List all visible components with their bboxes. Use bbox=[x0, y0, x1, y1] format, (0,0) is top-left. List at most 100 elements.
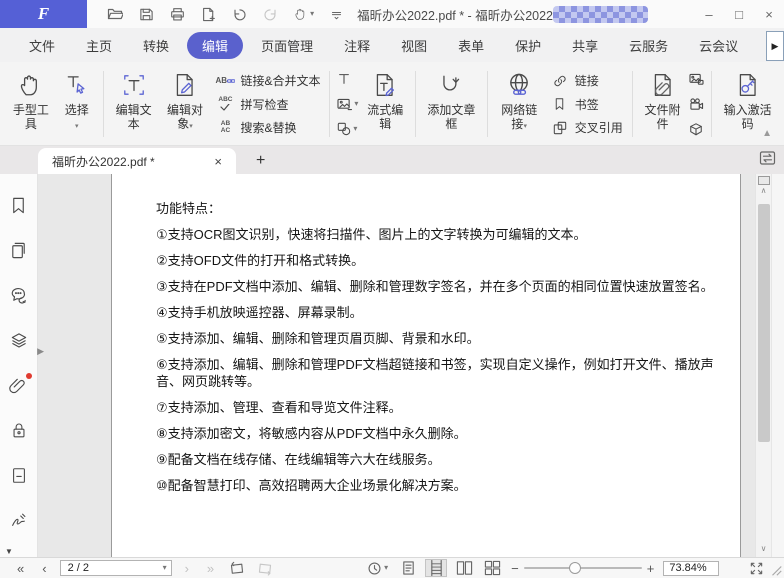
bookmark-button[interactable]: 书签 bbox=[550, 96, 623, 113]
cross-reference-button[interactable]: 交叉引用 bbox=[550, 119, 623, 136]
single-page-view-button[interactable] bbox=[397, 559, 419, 577]
document-viewport[interactable]: 功能特点：①支持OCR图文识别，快速将扫描件、图片上的文字转换为可编辑的文本。②… bbox=[38, 174, 755, 557]
close-button[interactable]: × bbox=[754, 0, 784, 28]
select-tool-button[interactable]: 选择▾ bbox=[56, 65, 98, 143]
save-button[interactable] bbox=[139, 7, 154, 22]
right-edge-strip bbox=[771, 174, 784, 557]
security-panel-button[interactable] bbox=[10, 421, 28, 441]
add-shapes-button[interactable]: ▾ bbox=[337, 121, 358, 137]
doc-paragraph-7: ⑦支持添加、管理、查看和导览文件注释。 bbox=[156, 399, 730, 416]
facing-continuous-view-button[interactable] bbox=[481, 559, 503, 577]
bookmarks-panel-button[interactable] bbox=[9, 196, 28, 216]
vertical-scrollbar[interactable]: ∧ ∨ bbox=[755, 174, 771, 557]
document-tab[interactable]: 福昕办公2022.pdf * × bbox=[38, 148, 236, 174]
pages-panel-button[interactable] bbox=[9, 241, 28, 261]
ribbon-toolbar: 手型工具 选择▾ 编辑文本 编辑对象▾ AB 链接&合并文本 ABC 拼写检查 … bbox=[0, 62, 784, 146]
previous-view-button[interactable] bbox=[229, 561, 245, 576]
page-number-value: 2 / 2 bbox=[68, 562, 163, 574]
facing-view-button[interactable] bbox=[453, 559, 475, 577]
zoom-slider-handle[interactable] bbox=[569, 562, 581, 574]
zoom-level-input[interactable]: 73.84% bbox=[663, 561, 719, 576]
redo-button[interactable] bbox=[263, 7, 278, 22]
scroll-up-arrow-icon[interactable]: ∧ bbox=[761, 185, 767, 197]
fields-panel-button[interactable] bbox=[10, 466, 28, 486]
expand-panel-handle[interactable]: ▶ bbox=[37, 346, 44, 357]
spell-check-button[interactable]: ABC 拼写检查 bbox=[215, 96, 320, 113]
window-title: 福昕办公2022.pdf * - 福昕办公2022 bbox=[357, 5, 553, 24]
fullscreen-button[interactable] bbox=[749, 561, 764, 576]
bookmark-flag-icon bbox=[550, 96, 570, 112]
swap-view-button[interactable] bbox=[759, 150, 776, 166]
menu-item-7[interactable]: 表单 bbox=[445, 32, 497, 59]
add-text-button[interactable] bbox=[337, 71, 358, 87]
doc-paragraph-2: ②支持OFD文件的打开和格式转换。 bbox=[156, 252, 730, 269]
scrollbar-top-box[interactable] bbox=[758, 176, 770, 185]
doc-paragraph-8: ⑧支持添加密文，将敏感内容从PDF文档中永久删除。 bbox=[156, 425, 730, 442]
menu-item-3[interactable]: 编辑 bbox=[187, 32, 243, 59]
tab-close-button[interactable]: × bbox=[210, 154, 226, 169]
maximize-button[interactable]: □ bbox=[724, 0, 754, 28]
last-page-button[interactable]: » bbox=[198, 562, 223, 575]
new-tab-button[interactable]: + bbox=[250, 152, 271, 174]
resize-grip[interactable] bbox=[769, 563, 783, 577]
view-rotate-button[interactable]: ▾ bbox=[367, 561, 388, 576]
insert-video-button[interactable] bbox=[689, 96, 704, 112]
edit-text-button[interactable]: 编辑文本 bbox=[109, 65, 159, 143]
menu-item-11[interactable]: 云会议 bbox=[686, 32, 751, 59]
search-replace-button[interactable]: ABAC 搜索&替换 bbox=[215, 119, 320, 136]
menu-item-2[interactable]: 转换 bbox=[130, 32, 182, 59]
next-view-button[interactable] bbox=[257, 561, 273, 576]
next-page-button[interactable]: › bbox=[176, 562, 198, 575]
first-page-button[interactable]: « bbox=[8, 562, 33, 575]
redo-icon bbox=[263, 7, 278, 22]
scrollbar-thumb[interactable] bbox=[758, 204, 770, 442]
minimize-button[interactable]: – bbox=[694, 0, 724, 28]
account-badge[interactable] bbox=[553, 6, 648, 23]
file-attachment-button[interactable]: 文件附件 bbox=[638, 65, 688, 143]
zoom-in-button[interactable]: + bbox=[642, 561, 660, 576]
menu-item-6[interactable]: 视图 bbox=[388, 32, 440, 59]
menu-item-5[interactable]: 注释 bbox=[331, 32, 383, 59]
menu-item-0[interactable]: 文件 bbox=[16, 32, 68, 59]
signature-panel-button[interactable] bbox=[9, 511, 28, 531]
web-link-button[interactable]: 网络链接▾ bbox=[493, 65, 546, 143]
hand-tool-button[interactable]: 手型工具 bbox=[6, 65, 56, 143]
previous-page-button[interactable]: ‹ bbox=[33, 562, 55, 575]
attachments-panel-button[interactable] bbox=[9, 376, 28, 396]
edit-object-button[interactable]: 编辑对象▾ bbox=[158, 65, 211, 143]
link-button[interactable]: 链接 bbox=[550, 72, 623, 89]
add-article-box-button[interactable]: 添加文章框 bbox=[421, 65, 482, 143]
logo-letter: F bbox=[38, 4, 49, 24]
app-logo[interactable]: F bbox=[0, 0, 87, 28]
page-number-input[interactable]: 2 / 2 ▾ bbox=[60, 560, 172, 576]
collapse-toolbar-button[interactable]: ▲ bbox=[762, 128, 772, 139]
scroll-down-arrow-icon[interactable]: ∨ bbox=[761, 543, 767, 555]
zoom-slider[interactable] bbox=[524, 561, 642, 575]
doc-paragraph-3: ③支持在PDF文档中添加、编辑、删除和管理数字签名，并在多个页面的相同位置快速放… bbox=[156, 278, 730, 295]
menu-overflow-button[interactable]: ▶ bbox=[766, 31, 784, 61]
menu-item-8[interactable]: 保护 bbox=[502, 32, 554, 59]
menu-item-9[interactable]: 共享 bbox=[559, 32, 611, 59]
menu-item-10[interactable]: 云服务 bbox=[616, 32, 681, 59]
menu-item-4[interactable]: 页面管理 bbox=[248, 32, 326, 59]
add-image-button[interactable]: ▾ bbox=[337, 96, 358, 112]
open-file-button[interactable] bbox=[107, 6, 123, 22]
print-button[interactable] bbox=[170, 7, 185, 22]
hand-mode-button[interactable]: ▾ bbox=[294, 7, 314, 21]
zoom-out-button[interactable]: − bbox=[506, 561, 524, 576]
comments-panel-button[interactable] bbox=[9, 286, 29, 306]
new-document-button[interactable] bbox=[201, 7, 216, 22]
document-page[interactable]: 功能特点：①支持OCR图文识别，快速将扫描件、图片上的文字转换为可编辑的文本。②… bbox=[111, 174, 741, 557]
more-panels-button[interactable]: ▼ bbox=[5, 547, 13, 556]
undo-button[interactable] bbox=[232, 7, 247, 22]
insert-image-button[interactable] bbox=[689, 71, 704, 87]
flow-edit-button[interactable]: 流式编辑 bbox=[360, 65, 410, 143]
menu-item-1[interactable]: 主页 bbox=[73, 32, 125, 59]
customize-icon bbox=[330, 8, 343, 21]
continuous-view-button[interactable] bbox=[425, 559, 447, 577]
customize-toolbar-button[interactable] bbox=[330, 8, 343, 21]
layers-panel-button[interactable] bbox=[9, 331, 29, 351]
insert-3d-button[interactable] bbox=[689, 121, 704, 137]
link-merge-text-button[interactable]: AB 链接&合并文本 bbox=[215, 72, 320, 89]
zoom-slider-track[interactable] bbox=[524, 567, 642, 569]
